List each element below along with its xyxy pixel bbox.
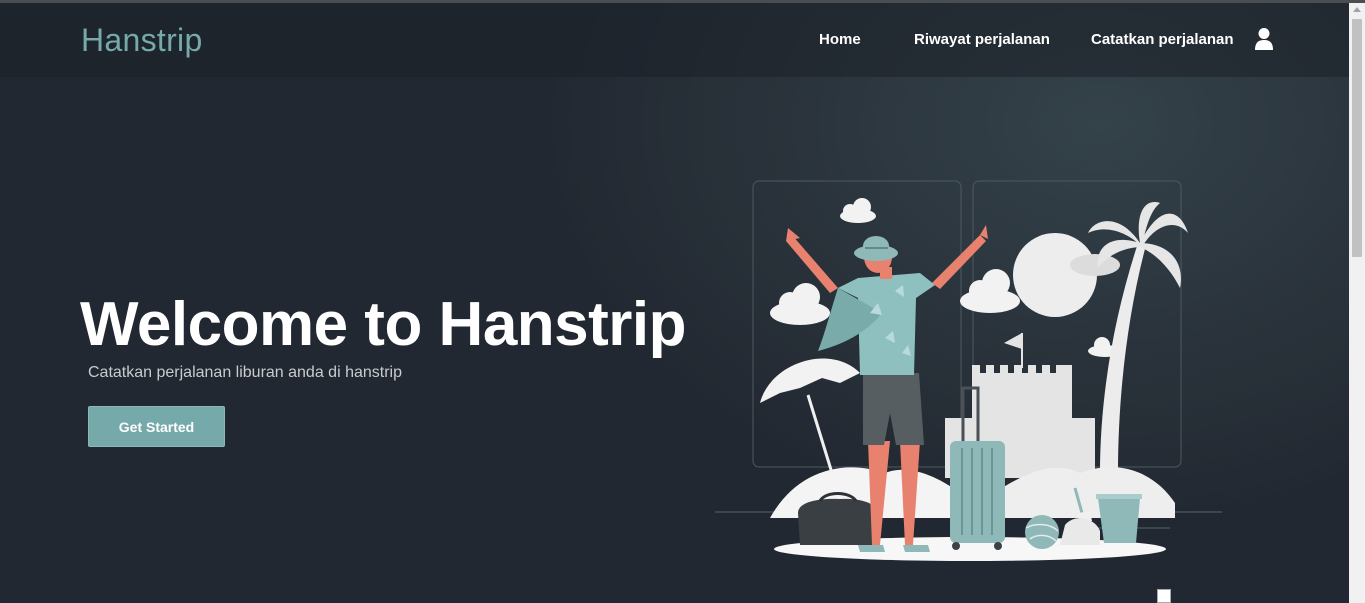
hero-title: Welcome to Hanstrip bbox=[80, 290, 687, 359]
traveler-on-beach-illustration bbox=[715, 180, 1222, 561]
navbar: Hanstrip Home Riwayat perjalanan Catatka… bbox=[0, 3, 1349, 77]
nav-link-home[interactable]: Home bbox=[819, 31, 861, 48]
broken-image bbox=[1157, 587, 1337, 603]
brand-logo[interactable]: Hanstrip bbox=[81, 22, 203, 59]
scroll-up-arrow-icon[interactable] bbox=[1353, 7, 1361, 12]
hero-subtitle: Catatkan perjalanan liburan anda di hans… bbox=[88, 364, 402, 381]
page-scrollbar[interactable] bbox=[1349, 3, 1365, 603]
broken-image-icon bbox=[1157, 589, 1171, 603]
user-icon[interactable] bbox=[1254, 27, 1274, 51]
nav-link-riwayat-perjalanan[interactable]: Riwayat perjalanan bbox=[914, 31, 1050, 48]
nav-link-catatkan-perjalanan[interactable]: Catatkan perjalanan bbox=[1091, 31, 1234, 48]
page: Hanstrip Home Riwayat perjalanan Catatka… bbox=[0, 3, 1349, 603]
get-started-button[interactable]: Get Started bbox=[88, 406, 225, 447]
scrollbar-thumb[interactable] bbox=[1352, 19, 1362, 257]
